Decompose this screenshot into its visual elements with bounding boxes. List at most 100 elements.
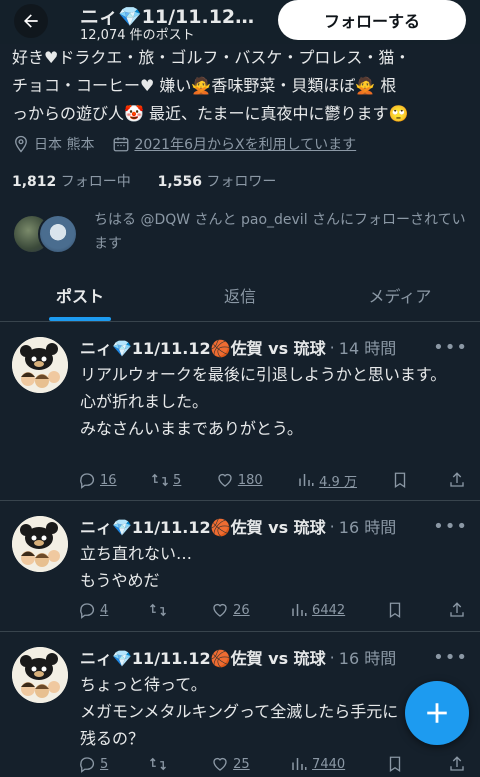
tweet[interactable]: ニィ💎11/11.12🏀佐賀 vs 琉球 · 16 時間 ••• 立ち直れない…… — [0, 502, 480, 632]
like-icon — [218, 473, 232, 487]
profile-meta: 日本 熊本 2021年6月からXを利用しています — [12, 133, 356, 155]
tweet-header: ニィ💎11/11.12🏀佐賀 vs 琉球 · 14 時間 — [80, 335, 396, 359]
follower-avatar — [38, 214, 78, 254]
bio-line: 好き♥ドラクエ・旅・ゴルフ・バスケ・プロレス・猫・ — [12, 48, 411, 67]
reply-count: 5 — [100, 756, 109, 772]
tweet-actions: 16 5 180 4.9 万 — [78, 469, 470, 491]
views-count: 7440 — [312, 756, 346, 772]
views-icon — [292, 758, 307, 770]
repost-icon — [149, 603, 166, 617]
like-icon — [213, 757, 227, 771]
plus-icon — [427, 703, 447, 723]
tab-media[interactable]: メディア — [320, 268, 480, 321]
views-button[interactable]: 7440 — [290, 755, 345, 773]
follow-button[interactable]: フォローする — [278, 0, 466, 40]
like-button[interactable]: 25 — [211, 755, 250, 773]
bookmark-icon — [389, 602, 400, 619]
back-arrow-icon — [24, 14, 38, 28]
followed-by-text: ちはる @DQW さんと pao_devil さんにフォローされています — [94, 212, 466, 252]
bookmark-button[interactable] — [391, 471, 413, 489]
avatar[interactable] — [12, 516, 68, 572]
bookmark-icon — [389, 756, 400, 773]
followers-link[interactable]: 1,556 フォロワー — [158, 174, 277, 190]
back-button[interactable] — [14, 4, 48, 38]
followers-count: 1,556 — [157, 174, 202, 190]
reply-button[interactable]: 5 — [78, 755, 108, 773]
tweet-time[interactable]: 16 時間 — [339, 514, 396, 538]
separator-dot: · — [329, 647, 335, 667]
views-icon — [292, 604, 307, 616]
views-count: 6442 — [312, 602, 346, 618]
bookmark-icon — [395, 472, 406, 489]
more-options-icon[interactable]: ••• — [433, 516, 468, 537]
repost-icon — [152, 473, 169, 487]
repost-button[interactable] — [149, 601, 171, 619]
reply-count: 16 — [100, 472, 117, 488]
avatar-image — [12, 516, 68, 572]
like-count: 25 — [233, 756, 250, 772]
compose-button[interactable] — [405, 681, 469, 745]
tweet-text: 立ち直れない… もうやめだ — [80, 544, 193, 590]
tab-replies[interactable]: 返信 — [160, 268, 320, 321]
reply-icon — [80, 603, 95, 619]
avatar-image — [12, 647, 68, 703]
share-button[interactable] — [448, 601, 470, 619]
bio-line: チョコ・コーヒー♥ 嫌い🙅香味野菜・貝類ほぼ🙅 根 — [12, 76, 397, 95]
share-icon — [450, 602, 464, 617]
tweet-author-name[interactable]: ニィ💎11/11.12🏀佐賀 vs 琉球 — [80, 645, 326, 669]
profile-bio: 好き♥ドラクエ・旅・ゴルフ・バスケ・プロレス・猫・ チョコ・コーヒー♥ 嫌い🙅香… — [12, 44, 470, 128]
tab-posts[interactable]: ポスト — [0, 268, 160, 321]
separator-dot: · — [329, 337, 335, 357]
views-icon — [299, 474, 314, 486]
tweet-text: リアルウォークを最後に引退しようかと思います。 心が折れました。 みなさんいまま… — [80, 365, 447, 438]
tweet[interactable]: ニィ💎11/11.12🏀佐賀 vs 琉球 · 14 時間 ••• リアルウォーク… — [0, 323, 480, 501]
like-count: 26 — [233, 602, 250, 618]
separator-dot: · — [329, 516, 335, 536]
share-icon — [450, 756, 464, 771]
tweet-actions: 4 26 6442 — [78, 599, 470, 621]
profile-header: ニィ💎11/11.12… 12,074 件のポスト フォローする — [0, 0, 480, 44]
share-button[interactable] — [448, 755, 470, 773]
calendar-icon — [114, 137, 129, 152]
bookmark-button[interactable] — [386, 755, 408, 773]
tweet-header: ニィ💎11/11.12🏀佐賀 vs 琉球 · 16 時間 — [80, 514, 396, 538]
joined-date-link[interactable]: 2021年6月からXを利用しています — [134, 134, 356, 154]
share-button[interactable] — [448, 471, 470, 489]
repost-button[interactable] — [149, 755, 171, 773]
repost-button[interactable]: 5 — [151, 471, 181, 489]
reply-icon — [80, 757, 95, 773]
like-button[interactable]: 26 — [211, 601, 250, 619]
views-count: 4.9 万 — [319, 474, 357, 490]
more-options-icon[interactable]: ••• — [433, 647, 468, 668]
bio-line: っからの遊び人🤡 最近、たまーに真夜中に鬱ります🙄 — [12, 104, 409, 123]
followers-label: フォロワー — [206, 174, 277, 190]
tweet-author-name[interactable]: ニィ💎11/11.12🏀佐賀 vs 琉球 — [80, 335, 326, 359]
reply-icon — [80, 473, 95, 489]
post-count: 12,074 件のポスト — [80, 28, 195, 43]
reply-button[interactable]: 4 — [78, 601, 108, 619]
views-button[interactable]: 4.9 万 — [297, 471, 357, 490]
follow-counts: 1,812 フォロー中 1,556 フォロワー — [12, 171, 276, 191]
location-text: 日本 熊本 — [34, 137, 95, 153]
reply-button[interactable]: 16 — [78, 471, 117, 489]
tweet-actions: 5 25 7440 — [78, 753, 470, 775]
repost-count: 5 — [173, 472, 182, 488]
like-count: 180 — [237, 472, 263, 488]
reply-count: 4 — [100, 602, 109, 618]
tweet-time[interactable]: 16 時間 — [339, 645, 396, 669]
followed-by-section[interactable]: ちはる @DQW さんと pao_devil さんにフォローされています — [12, 208, 472, 260]
views-button[interactable]: 6442 — [290, 601, 345, 619]
share-icon — [450, 472, 464, 487]
like-button[interactable]: 180 — [216, 471, 263, 489]
more-options-icon[interactable]: ••• — [433, 337, 468, 358]
following-link[interactable]: 1,812 フォロー中 — [12, 174, 131, 190]
tweet-time[interactable]: 14 時間 — [339, 335, 396, 359]
avatar-image — [12, 337, 68, 393]
bookmark-button[interactable] — [386, 601, 408, 619]
repost-icon — [149, 757, 166, 771]
following-count: 1,812 — [12, 174, 57, 190]
avatar[interactable] — [12, 337, 68, 393]
avatar[interactable] — [12, 647, 68, 703]
tweet-header: ニィ💎11/11.12🏀佐賀 vs 琉球 · 16 時間 — [80, 645, 396, 669]
tweet-author-name[interactable]: ニィ💎11/11.12🏀佐賀 vs 琉球 — [80, 514, 326, 538]
